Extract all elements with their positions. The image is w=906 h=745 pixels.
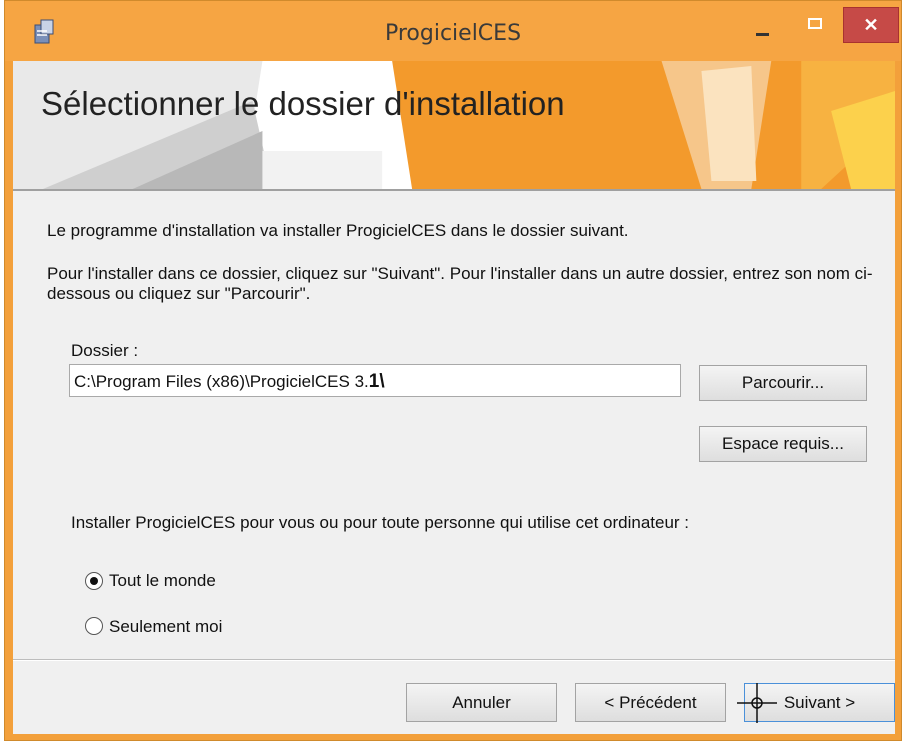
maximize-button[interactable] <box>794 7 838 43</box>
page-title: Sélectionner le dossier d'installation <box>41 85 565 122</box>
only-me-radio-label[interactable]: Seulement moi <box>109 617 222 637</box>
browse-button[interactable]: Parcourir... <box>699 365 867 401</box>
disk-space-button[interactable]: Espace requis... <box>699 426 867 462</box>
instructions-text: Pour l'installer dans ce dossier, clique… <box>47 264 873 303</box>
cancel-button[interactable]: Annuler <box>406 683 557 722</box>
folder-label: Dossier : <box>71 341 139 360</box>
header-banner: Sélectionner le dossier d'installation <box>13 61 895 189</box>
intro-text: Le programme d'installation va installer… <box>47 221 629 240</box>
close-icon: ✕ <box>863 15 879 35</box>
next-button[interactable]: Suivant > <box>744 683 895 722</box>
folder-path-input[interactable]: C:\Program Files (x86)\ProgicielCES 3.1\ <box>69 364 681 397</box>
everyone-radio-label[interactable]: Tout le monde <box>109 571 216 591</box>
installer-window: ProgicielCES ✕ Sélectionner le dossier d… <box>4 0 902 741</box>
previous-button[interactable]: < Précédent <box>575 683 726 722</box>
banner-artwork <box>13 61 895 189</box>
folder-path-prefix: C:\Program Files (x86)\ProgicielCES 3. <box>74 372 369 391</box>
only-me-radio[interactable] <box>85 617 103 635</box>
close-button[interactable]: ✕ <box>843 7 899 43</box>
everyone-radio[interactable] <box>85 572 103 590</box>
banner-divider <box>13 189 895 191</box>
dialog-client-area: Sélectionner le dossier d'installation L… <box>13 61 895 734</box>
title-bar[interactable]: ProgicielCES ✕ <box>5 1 901 61</box>
folder-path-suffix: 1\ <box>368 371 385 392</box>
install-scope-label: Installer ProgicielCES pour vous ou pour… <box>71 513 690 532</box>
footer-divider-highlight <box>13 660 895 661</box>
minimize-button[interactable] <box>740 7 784 43</box>
